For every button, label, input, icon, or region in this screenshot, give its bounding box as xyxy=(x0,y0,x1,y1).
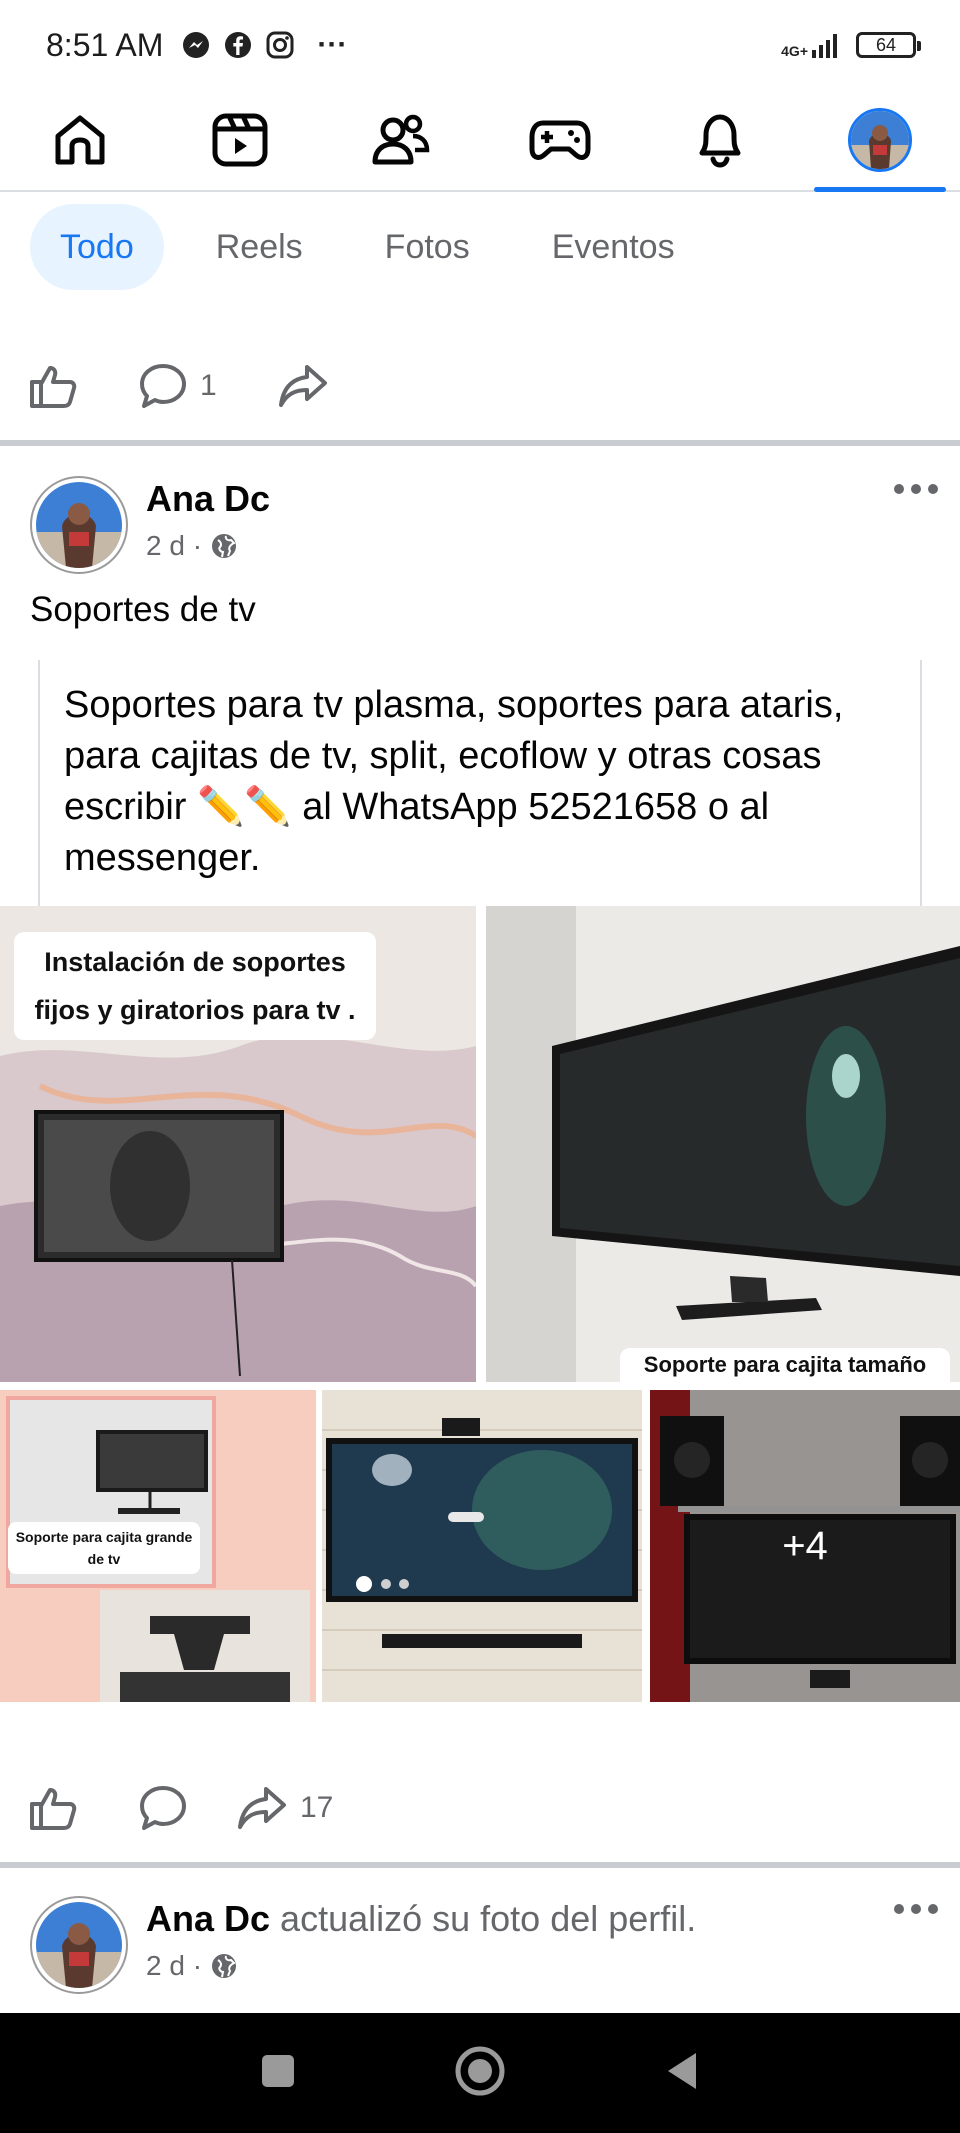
previous-post-actions: 1 xyxy=(28,362,389,410)
post-meta: Ana Dc 2 d · xyxy=(146,478,270,562)
gaming-icon xyxy=(529,120,591,160)
globe-icon xyxy=(212,534,237,558)
home-icon xyxy=(55,115,105,165)
like-button[interactable] xyxy=(28,362,78,410)
status-bar: 8:51 AM ··· 4G+ 64 xyxy=(0,0,960,90)
top-navigation-bar xyxy=(0,90,960,192)
comment-button[interactable] xyxy=(138,1784,188,1832)
post-photo-5[interactable]: +4 xyxy=(650,1390,960,1702)
post-photo-3[interactable]: Soporte para cajita grande de tv xyxy=(0,1390,316,1702)
reels-icon xyxy=(212,113,268,167)
post-header: Ana Dc 2 d · xyxy=(30,476,940,574)
share-count: 17 xyxy=(300,1791,334,1824)
avatar-image xyxy=(851,111,909,169)
nav-reels[interactable] xyxy=(160,90,320,190)
status-notification-icons: ··· xyxy=(181,28,347,62)
post-time-text: 2 d · xyxy=(146,530,203,561)
network-type: 4G+ xyxy=(781,43,808,59)
chip-eventos[interactable]: Eventos xyxy=(522,204,705,290)
feed-separator xyxy=(0,1862,960,1868)
post-actions: 17 xyxy=(28,1784,393,1832)
battery-level: 64 xyxy=(875,34,897,55)
chip-todo[interactable]: Todo xyxy=(30,204,164,290)
circle-home-icon xyxy=(455,2046,505,2095)
comment-count: 1 xyxy=(200,369,217,402)
thumbs-up-icon xyxy=(30,1788,77,1830)
nav-friends[interactable] xyxy=(320,90,480,190)
filter-chips: Todo Reels Fotos Eventos xyxy=(30,204,705,290)
system-navigation-bar xyxy=(0,2013,960,2133)
next-post-more-button[interactable] xyxy=(892,1902,940,1921)
photo-4-image xyxy=(322,1390,642,1702)
post-more-button[interactable] xyxy=(892,482,940,501)
post-timestamp: 2 d · xyxy=(146,530,270,562)
photo-2-label: Soporte para cajita tamaño xyxy=(620,1348,950,1382)
status-left: 8:51 AM ··· xyxy=(46,27,347,64)
notifications-bell-icon xyxy=(699,114,741,168)
nav-home[interactable] xyxy=(0,90,160,190)
nav-profile[interactable] xyxy=(800,90,960,192)
photo-3-label: Soporte para cajita grande de tv xyxy=(8,1522,200,1574)
photo-2-image xyxy=(486,906,960,1382)
chip-reels[interactable]: Reels xyxy=(186,204,333,290)
post-photo-4[interactable] xyxy=(322,1390,642,1702)
next-post-title: Ana Dc actualizó su foto del perfil. xyxy=(146,1898,696,1940)
post-photo-1[interactable]: Instalación de soportes fijos y giratori… xyxy=(0,906,476,1382)
avatar-image xyxy=(36,1902,122,1988)
globe-icon xyxy=(212,1954,237,1978)
chip-fotos[interactable]: Fotos xyxy=(355,204,500,290)
next-post-activity: actualizó su foto del perfil. xyxy=(280,1898,697,1939)
next-post-timestamp: 2 d · xyxy=(146,1950,696,1982)
post-author-avatar[interactable] xyxy=(30,476,128,574)
share-icon xyxy=(278,365,327,407)
share-button[interactable] xyxy=(277,363,329,409)
friends-icon xyxy=(372,114,430,165)
comment-icon xyxy=(140,364,186,408)
square-icon xyxy=(261,2054,294,2087)
status-time: 8:51 AM xyxy=(46,26,164,63)
status-more-icon: ··· xyxy=(317,28,348,61)
photo-1-label: Instalación de soportes fijos y giratori… xyxy=(14,932,376,1040)
feed-separator xyxy=(0,440,960,446)
shared-post-text: Soportes para tv plasma, soportes para a… xyxy=(64,684,844,879)
more-horizontal-icon xyxy=(894,484,938,494)
nav-notifications[interactable] xyxy=(640,90,800,190)
nav-gaming[interactable] xyxy=(480,90,640,190)
share-icon xyxy=(238,1787,286,1829)
post-photo-2[interactable]: Soporte para cajita tamaño xyxy=(486,906,960,1382)
next-post-author-name[interactable]: Ana Dc xyxy=(146,1898,270,1939)
next-post-header: Ana Dc actualizó su foto del perfil. 2 d… xyxy=(30,1896,940,1994)
post-caption: Soportes de tv xyxy=(30,590,256,629)
status-right: 4G+ 64 xyxy=(781,32,921,58)
more-horizontal-icon xyxy=(894,1904,938,1914)
avatar-image xyxy=(36,482,122,568)
next-post-time-text: 2 d · xyxy=(146,1950,203,1981)
messenger-icon xyxy=(183,32,210,58)
shared-post-box[interactable]: Soportes para tv plasma, soportes para a… xyxy=(38,660,922,906)
home-button[interactable] xyxy=(453,2044,507,2103)
back-triangle-icon xyxy=(668,2052,697,2089)
instagram-icon xyxy=(266,31,294,59)
recent-apps-button[interactable] xyxy=(258,2051,298,2096)
share-button[interactable]: 17 xyxy=(236,1785,333,1831)
next-post-author-avatar[interactable] xyxy=(30,1896,128,1994)
profile-avatar xyxy=(848,108,912,172)
comment-icon xyxy=(140,1786,186,1830)
next-post-meta: Ana Dc actualizó su foto del perfil. 2 d… xyxy=(146,1898,696,1982)
back-button[interactable] xyxy=(662,2049,702,2098)
signal-bars-icon xyxy=(812,34,837,58)
thumbs-up-icon xyxy=(30,366,77,408)
signal-indicator: 4G+ xyxy=(781,32,842,58)
facebook-icon xyxy=(225,32,252,58)
post-author-name[interactable]: Ana Dc xyxy=(146,478,270,520)
like-button[interactable] xyxy=(28,1784,78,1832)
battery-indicator: 64 xyxy=(856,32,921,58)
comment-button[interactable]: 1 xyxy=(138,362,217,410)
more-photos-overlay[interactable]: +4 xyxy=(650,1390,960,1702)
